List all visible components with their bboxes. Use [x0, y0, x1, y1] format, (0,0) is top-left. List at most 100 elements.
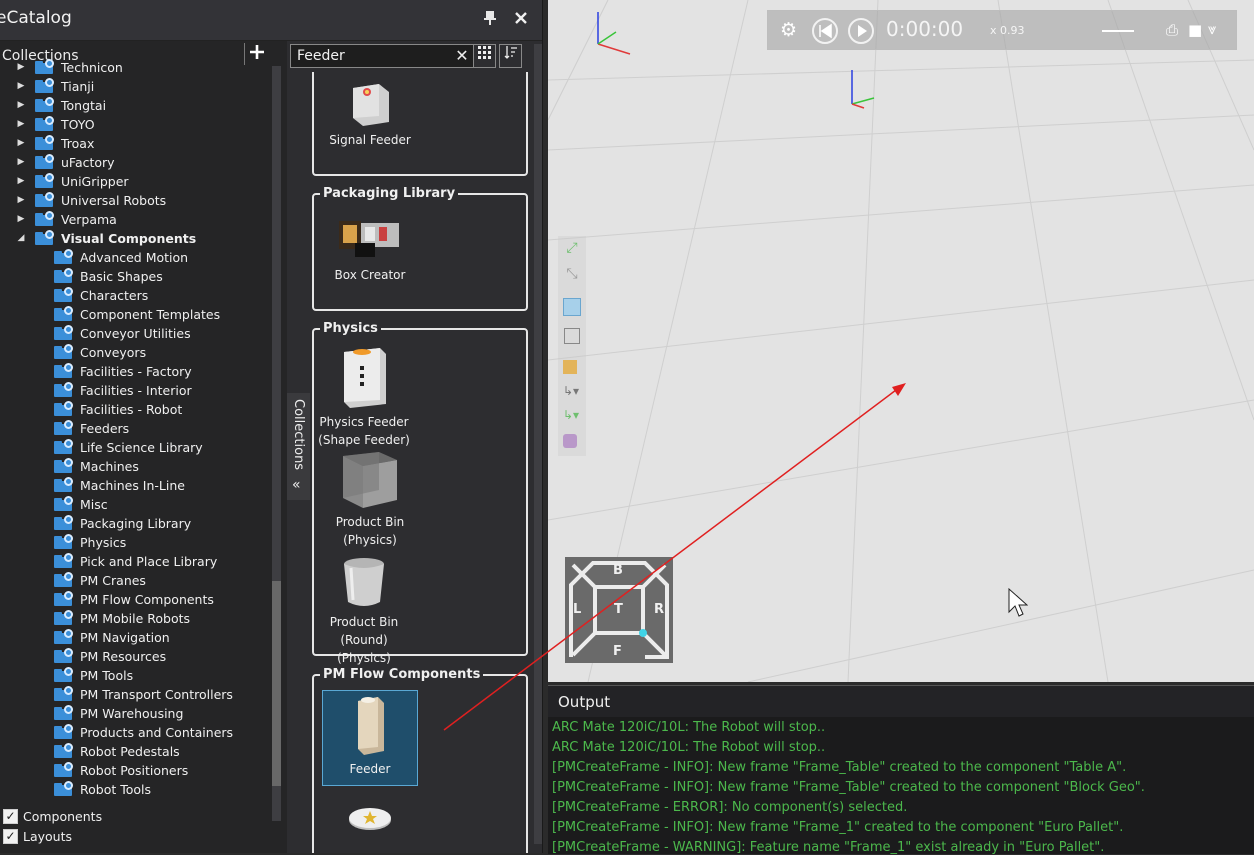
tree-item[interactable]: Misc	[0, 495, 268, 514]
fill-view-icon[interactable]: ⤢	[564, 240, 580, 256]
tree-item[interactable]: ▶ Universal Robots	[0, 191, 268, 210]
tree-item[interactable]: PM Tools	[0, 666, 268, 685]
collections-side-tab[interactable]: Collections «	[287, 393, 310, 500]
material-icon[interactable]	[563, 434, 577, 448]
result-item-feeder[interactable]: Feeder	[322, 690, 418, 786]
caret-right-icon[interactable]: ▶	[16, 77, 26, 96]
caret-right-icon[interactable]: ▶	[16, 210, 26, 229]
components-checkbox[interactable]: ✓	[3, 809, 18, 824]
output-log[interactable]: ARC Mate 120iC/10L: The Robot will stop.…	[548, 717, 1254, 855]
clear-search-icon[interactable]: ✕	[454, 46, 470, 65]
rewind-button[interactable]	[812, 18, 838, 44]
tree-item[interactable]: PM Resources	[0, 647, 268, 666]
navcube-left-face[interactable]: L	[573, 602, 581, 617]
render-mode-icon[interactable]	[563, 360, 577, 374]
tree-scrollbar-thumb[interactable]	[272, 581, 281, 786]
layouts-checkbox-row[interactable]: ✓ Layouts	[0, 827, 280, 847]
feeder-thumbnail	[358, 697, 384, 755]
perspective-view-icon[interactable]	[563, 298, 581, 316]
tree-item[interactable]: Conveyor Utilities	[0, 324, 268, 343]
tree-item[interactable]: PM Warehousing	[0, 704, 268, 723]
tree-item[interactable]: Pick and Place Library	[0, 552, 268, 571]
caret-right-icon[interactable]: ▶	[16, 191, 26, 210]
collection-folder-icon	[54, 591, 74, 607]
result-item-physics-feeder[interactable]: Physics Feeder (Shape Feeder)	[316, 344, 412, 447]
tree-item-label: Machines	[80, 459, 139, 474]
tree-item[interactable]: ▶ uFactory	[0, 153, 268, 172]
navcube-center-face[interactable]: T	[614, 602, 623, 617]
tree-item[interactable]: ▶ Tianji	[0, 77, 268, 96]
caret-right-icon[interactable]: ▶	[16, 59, 26, 77]
tree-item[interactable]: Conveyors	[0, 343, 268, 362]
tree-item[interactable]: Robot Tools	[0, 780, 268, 799]
navcube-top-face[interactable]: B	[613, 563, 623, 578]
settings-gear-icon[interactable]: ⚙	[780, 19, 797, 41]
components-checkbox-row[interactable]: ✓ Components	[0, 807, 280, 827]
tree-item[interactable]: Robot Pedestals	[0, 742, 268, 761]
caret-right-icon[interactable]: ▶	[16, 115, 26, 134]
layouts-checkbox[interactable]: ✓	[3, 829, 18, 844]
navcube-bottom-face[interactable]: F	[613, 644, 622, 659]
tree-item[interactable]: Component Templates	[0, 305, 268, 324]
simulation-time: 0:00:00	[886, 17, 964, 41]
results-scrollbar[interactable]	[534, 44, 542, 844]
tree-item[interactable]: Facilities - Interior	[0, 381, 268, 400]
tree-item[interactable]: PM Transport Controllers	[0, 685, 268, 704]
tree-item-label: Universal Robots	[61, 193, 167, 208]
tree-item[interactable]: Machines	[0, 457, 268, 476]
tree-item[interactable]: PM Flow Components	[0, 590, 268, 609]
chevron-double-left-icon[interactable]: «	[292, 477, 301, 493]
speed-slider[interactable]	[1102, 30, 1134, 32]
video-record-icon[interactable]: ■	[1188, 21, 1202, 39]
tree-item[interactable]: ▶ Technicon	[0, 59, 268, 77]
pin-icon[interactable]	[480, 10, 500, 30]
pdf-export-icon[interactable]: ⎙	[1166, 21, 1178, 39]
3d-viewport[interactable]: ⤢ ⤡ ↳▾ ↳▾ B L T R F	[548, 0, 1254, 682]
tree-item[interactable]: Facilities - Factory	[0, 362, 268, 381]
result-item-product-bin[interactable]: Product Bin (Physics)	[322, 450, 418, 547]
vr-icon[interactable]: ⩔	[1208, 20, 1216, 38]
result-item-product-bin-round[interactable]: Product Bin (Round) (Physics)	[316, 556, 412, 665]
tree-item[interactable]: Feeders	[0, 419, 268, 438]
snap-axes-icon[interactable]: ↳▾	[563, 384, 579, 398]
tree-item[interactable]: ▶ Verpama	[0, 210, 268, 229]
result-item-signal-feeder[interactable]: Signal Feeder	[322, 78, 418, 158]
grid-view-button[interactable]	[473, 44, 496, 68]
tree-item[interactable]: Machines In-Line	[0, 476, 268, 495]
tree-item[interactable]: Physics	[0, 533, 268, 552]
search-input[interactable]	[295, 47, 445, 65]
tree-item[interactable]: Characters	[0, 286, 268, 305]
tree-item[interactable]: ▶ Tongtai	[0, 96, 268, 115]
close-icon[interactable]	[511, 10, 531, 30]
cube-view-icon[interactable]	[564, 328, 580, 344]
result-item-box-creator[interactable]: Box Creator	[322, 213, 418, 293]
tree-item[interactable]: Robot Positioners	[0, 761, 268, 780]
caret-down-icon[interactable]: ◢	[16, 229, 26, 248]
tree-item[interactable]: Life Science Library	[0, 438, 268, 457]
tree-item[interactable]: Facilities - Robot	[0, 400, 268, 419]
tree-item[interactable]: PM Cranes	[0, 571, 268, 590]
tree-item[interactable]: ◢ Visual Components	[0, 229, 268, 248]
navcube-right-face[interactable]: R	[654, 602, 664, 617]
result-item-unnamed[interactable]	[322, 806, 418, 846]
fit-selection-icon[interactable]: ⤡	[564, 266, 580, 282]
tree-item[interactable]: ▶ UniGripper	[0, 172, 268, 191]
caret-right-icon[interactable]: ▶	[16, 96, 26, 115]
tree-item[interactable]: Advanced Motion	[0, 248, 268, 267]
tree-item[interactable]: ▶ TOYO	[0, 115, 268, 134]
tree-item[interactable]: PM Navigation	[0, 628, 268, 647]
tree-item[interactable]: PM Mobile Robots	[0, 609, 268, 628]
caret-right-icon[interactable]: ▶	[16, 153, 26, 172]
sort-button[interactable]	[499, 44, 522, 68]
caret-right-icon[interactable]: ▶	[16, 172, 26, 191]
frame-axes-icon[interactable]: ↳▾	[563, 408, 579, 422]
tree-item[interactable]: ▶ Troax	[0, 134, 268, 153]
navigation-cube[interactable]: B L T R F	[565, 557, 673, 663]
tree-item-label: Robot Tools	[80, 782, 152, 797]
tree-item[interactable]: Products and Containers	[0, 723, 268, 742]
search-box[interactable]: ✕	[290, 44, 474, 68]
tree-item[interactable]: Basic Shapes	[0, 267, 268, 286]
play-button[interactable]	[848, 18, 874, 44]
tree-item[interactable]: Packaging Library	[0, 514, 268, 533]
caret-right-icon[interactable]: ▶	[16, 134, 26, 153]
